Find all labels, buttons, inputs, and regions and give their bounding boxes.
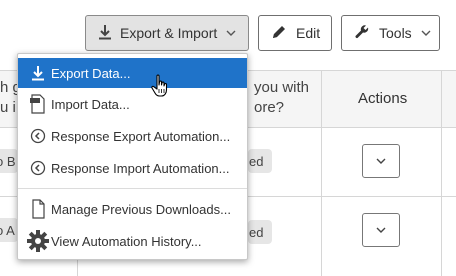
edit-label: Edit <box>296 25 321 41</box>
column-divider <box>321 70 322 276</box>
csv-file-icon <box>27 93 49 115</box>
download-icon <box>27 62 49 84</box>
column-header-fragment: u i <box>0 99 16 116</box>
actions-column-header: Actions <box>358 90 408 107</box>
row-actions-dropdown[interactable] <box>362 213 400 247</box>
column-header-fragment: you with <box>254 79 310 96</box>
column-header-fragment: ore? <box>254 99 285 116</box>
circle-arrow-icon <box>27 157 49 179</box>
gear-icon <box>27 230 49 252</box>
status-badge: ed <box>248 149 272 173</box>
menu-item-response-export-automation[interactable]: Response Export Automation... <box>18 121 247 151</box>
pencil-icon <box>271 24 287 43</box>
menu-item-view-automation-history[interactable]: View Automation History... <box>18 226 247 256</box>
document-icon <box>27 198 49 220</box>
download-icon <box>99 24 111 43</box>
status-badge: ed <box>248 220 272 244</box>
export-import-menu: Export Data... Import Data... Response E… <box>17 53 248 260</box>
tag-badge: o A <box>0 218 18 242</box>
menu-item-import-data[interactable]: Import Data... <box>18 89 247 119</box>
chevron-down-icon <box>376 158 386 164</box>
menu-divider <box>18 188 247 189</box>
menu-item-export-data[interactable]: Export Data... <box>18 58 247 88</box>
column-divider <box>441 70 442 276</box>
edit-button[interactable]: Edit <box>258 15 332 51</box>
menu-item-response-import-automation[interactable]: Response Import Automation... <box>18 153 247 183</box>
export-import-label: Export & Import <box>120 25 218 41</box>
hand-cursor-icon <box>151 74 168 97</box>
chevron-down-icon <box>421 30 431 36</box>
row-actions-dropdown[interactable] <box>362 144 400 178</box>
chevron-down-icon <box>376 227 386 233</box>
export-import-button[interactable]: Export & Import <box>85 15 249 51</box>
wrench-icon <box>354 24 370 43</box>
tag-badge: o B <box>0 149 18 173</box>
menu-item-manage-previous-downloads[interactable]: Manage Previous Downloads... <box>18 194 247 224</box>
tools-label: Tools <box>379 25 412 41</box>
tools-button[interactable]: Tools <box>341 15 440 51</box>
circle-arrow-icon <box>27 125 49 147</box>
chevron-down-icon <box>226 30 236 36</box>
